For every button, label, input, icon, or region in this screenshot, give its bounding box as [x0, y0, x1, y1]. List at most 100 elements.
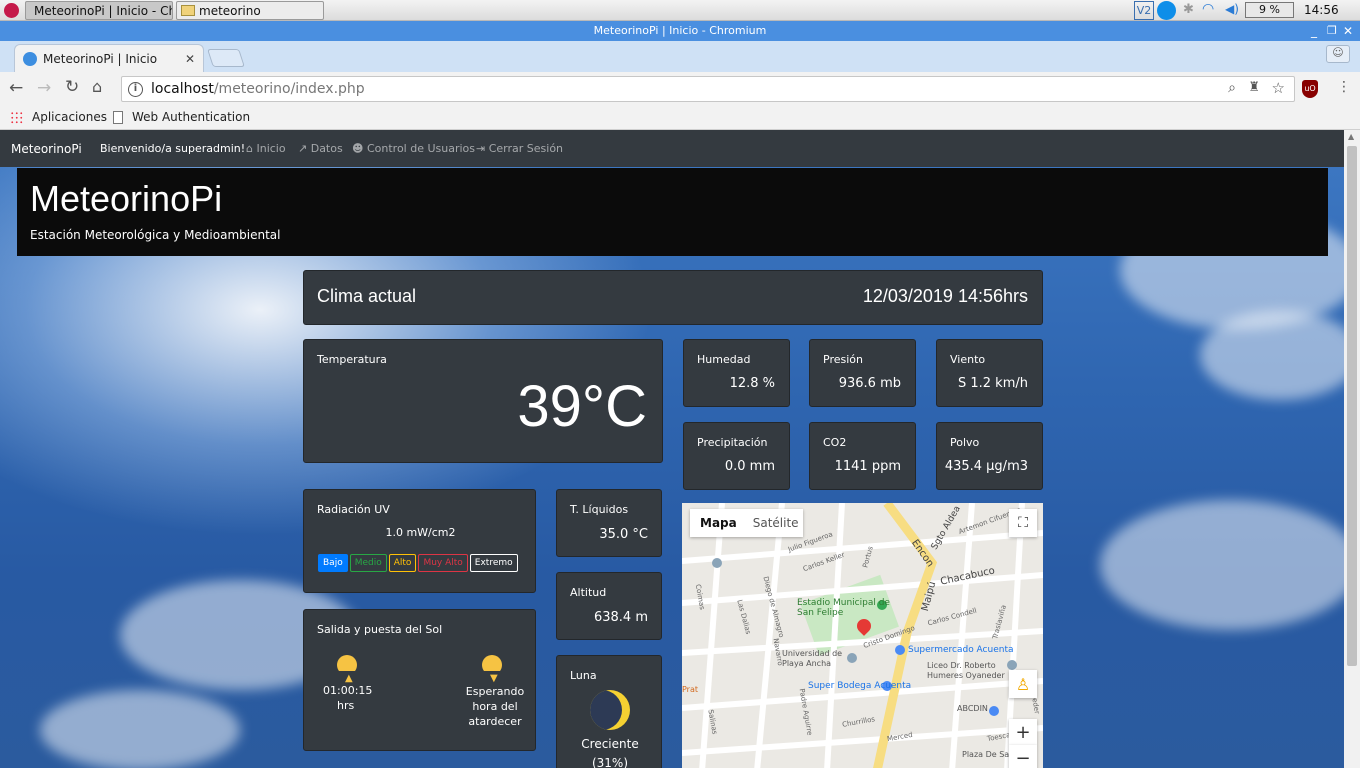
bookmark-webauthn-label: Web Authentication — [132, 110, 251, 124]
stat-label: Polvo — [950, 436, 980, 449]
bluetooth-icon[interactable]: ✱ — [1183, 2, 1194, 17]
sun-card: Salida y puesta del Sol ▲ 01:00:15 hrs ▼… — [303, 609, 536, 751]
sunrise-icon: ▲ — [330, 650, 364, 684]
bookmarks-bar: Aplicaciones Web Authentication — [0, 106, 1360, 130]
taskbar-folder-button[interactable]: meteorino — [176, 1, 324, 20]
stat-label: CO2 — [823, 436, 847, 449]
nav-item-label: Cerrar Sesión — [488, 142, 564, 155]
uv-card: Radiación UV 1.0 mW/cm2 Bajo Medio Alto Muy… — [303, 489, 536, 593]
stat-value: 1141 ppm — [834, 459, 901, 474]
menu-kebab-icon[interactable]: ⋮ — [1337, 79, 1351, 95]
sky-cloud — [1100, 500, 1344, 630]
fullscreen-icon[interactable]: ⛶ — [1009, 509, 1037, 537]
map-widget[interactable]: Estadio Municipal de San Felipe Supermer… — [682, 503, 1043, 768]
page-title: MeteorinoPi — [30, 178, 223, 219]
scroll-up-arrow-icon[interactable]: ▲ — [1348, 132, 1354, 141]
map-type-satellite-button[interactable]: Satélite — [747, 516, 805, 530]
uv-label: Radiación UV — [317, 503, 390, 516]
taskbar-browser-button[interactable]: MeteorinoPi | Inicio - Chr... — [25, 1, 173, 20]
page-subtitle: Estación Meteorológica y Medioambiental — [30, 228, 281, 242]
ublock-icon[interactable]: uO — [1302, 80, 1318, 98]
page-icon — [113, 110, 123, 124]
map-type-map-button[interactable]: Mapa — [690, 516, 747, 530]
nav-item-datos[interactable]: ↗ Datos — [298, 142, 343, 155]
nav-item-cerrar[interactable]: ⇥ Cerrar Sesión — [476, 142, 563, 155]
nav-item-label: Datos — [310, 142, 343, 155]
battery-indicator[interactable]: 9 % — [1245, 2, 1294, 18]
new-tab-button[interactable] — [207, 49, 245, 67]
address-bar[interactable]: i localhost/meteorino/index.php ⌕ ♜ ☆ — [121, 76, 1295, 102]
clock[interactable]: 14:56 — [1304, 3, 1339, 17]
stat-card-co2: CO2 1141 ppm — [809, 422, 916, 490]
temperature-label: Temperatura — [317, 353, 387, 366]
extension-brush-icon[interactable]: ♜ — [1248, 80, 1260, 95]
back-icon[interactable]: ← — [9, 78, 23, 98]
nav-item-label: Inicio — [256, 142, 286, 155]
map-label-abcdin: ABCDIN — [957, 704, 988, 713]
sunrise-time: 01:00:15 — [323, 684, 373, 697]
stat-card-precipitacion: Precipitación 0.0 mm — [683, 422, 790, 490]
map-label-liceo: Liceo Dr. Roberto Humeres Oyaneder — [927, 661, 1005, 680]
bookmark-star-icon[interactable]: ☆ — [1272, 79, 1285, 97]
map-label-stadium: Estadio Municipal de San Felipe — [797, 598, 890, 618]
stat-card-viento: Viento S 1.2 km/h — [936, 339, 1043, 407]
street-view-pegman-icon[interactable]: ♙ — [1009, 670, 1037, 698]
url-text: localhost/meteorino/index.php — [151, 81, 365, 97]
wifi-icon[interactable]: ◠ — [1202, 1, 1214, 17]
map-type-control: Mapa Satélite — [690, 509, 803, 537]
sunset-icon: ▼ — [475, 650, 509, 684]
map-label-supermercado: Supermercado Acuenta — [908, 645, 1014, 655]
zoom-icon[interactable]: ⌕ — [1228, 80, 1236, 96]
tab-strip: MeteorinoPi | Inicio ✕ ☺ — [0, 41, 1360, 72]
scrollbar-thumb[interactable] — [1347, 146, 1357, 666]
window-title: MeteorinoPi | Inicio - Chromium — [593, 24, 767, 37]
close-window-icon[interactable]: ✕ — [1343, 21, 1353, 41]
sky-cloud — [1200, 310, 1344, 400]
info-icon[interactable]: i — [128, 81, 143, 97]
browser-toolbar: ← → ↻ ⌂ i localhost/meteorino/index.php … — [0, 72, 1360, 106]
vnc-icon[interactable]: V2 — [1134, 1, 1154, 20]
volume-icon[interactable]: ◀) — [1225, 2, 1239, 16]
home-icon[interactable]: ⌂ — [92, 77, 102, 96]
stat-value: S 1.2 km/h — [957, 376, 1028, 391]
uv-value: 1.0 mW/cm2 — [385, 526, 456, 539]
zoom-out-icon[interactable]: − — [1009, 745, 1037, 768]
close-tab-icon[interactable]: ✕ — [185, 52, 195, 66]
stat-value: 435.4 µg/m3 — [944, 459, 1028, 474]
bookmark-webauthn[interactable]: Web Authentication — [113, 110, 250, 124]
sun-label: Salida y puesta del Sol — [317, 623, 443, 636]
page-scrollbar[interactable]: ▲ — [1344, 130, 1360, 768]
clima-datetime: 12/03/2019 14:56hrs — [862, 286, 1028, 306]
stat-value: 0.0 mm — [724, 459, 775, 474]
reload-icon[interactable]: ↻ — [65, 77, 79, 97]
clima-header: Clima actual 12/03/2019 14:56hrs — [303, 270, 1043, 325]
raspberry-menu-icon[interactable] — [4, 3, 19, 18]
favicon-icon — [23, 51, 37, 66]
zoom-in-icon[interactable]: + — [1009, 719, 1037, 745]
navbar-brand[interactable]: MeteorinoPi — [11, 142, 82, 156]
tab-title: MeteorinoPi | Inicio — [43, 51, 158, 66]
nav-item-inicio[interactable]: ⌂ Inicio — [246, 142, 286, 155]
liquid-temp-label: T. Líquidos — [570, 503, 629, 516]
moon-percent: (31%) — [591, 756, 629, 768]
url-host: localhost — [151, 81, 214, 97]
liquid-temp-card: T. Líquidos 35.0 °C — [556, 489, 662, 557]
apps-grid-icon — [10, 110, 23, 124]
map-street-prat: Prat — [682, 685, 699, 694]
teamviewer-icon[interactable] — [1157, 1, 1176, 20]
uv-level-medio: Medio — [349, 554, 387, 572]
maximize-icon[interactable]: ❐ — [1327, 21, 1337, 41]
moon-phase: Creciente — [581, 737, 639, 751]
window-titlebar: MeteorinoPi | Inicio - Chromium _ ❐ ✕ — [0, 21, 1360, 41]
minimize-icon[interactable]: _ — [1311, 21, 1317, 41]
stat-card-polvo: Polvo 435.4 µg/m3 — [936, 422, 1043, 490]
forward-icon[interactable]: → — [37, 78, 51, 98]
nav-item-usuarios[interactable]: ☻ Control de Usuarios — [352, 142, 475, 155]
altitude-label: Altitud — [570, 586, 607, 599]
map-label-universidad: Universidad de Playa Ancha — [782, 649, 843, 668]
tab-meteorino[interactable]: MeteorinoPi | Inicio ✕ — [14, 44, 204, 72]
chart-nav-icon: ↗ — [298, 142, 311, 155]
profile-icon[interactable]: ☺ — [1326, 45, 1350, 63]
logout-nav-icon: ⇥ — [476, 142, 489, 155]
bookmark-apps[interactable]: Aplicaciones — [10, 110, 107, 124]
